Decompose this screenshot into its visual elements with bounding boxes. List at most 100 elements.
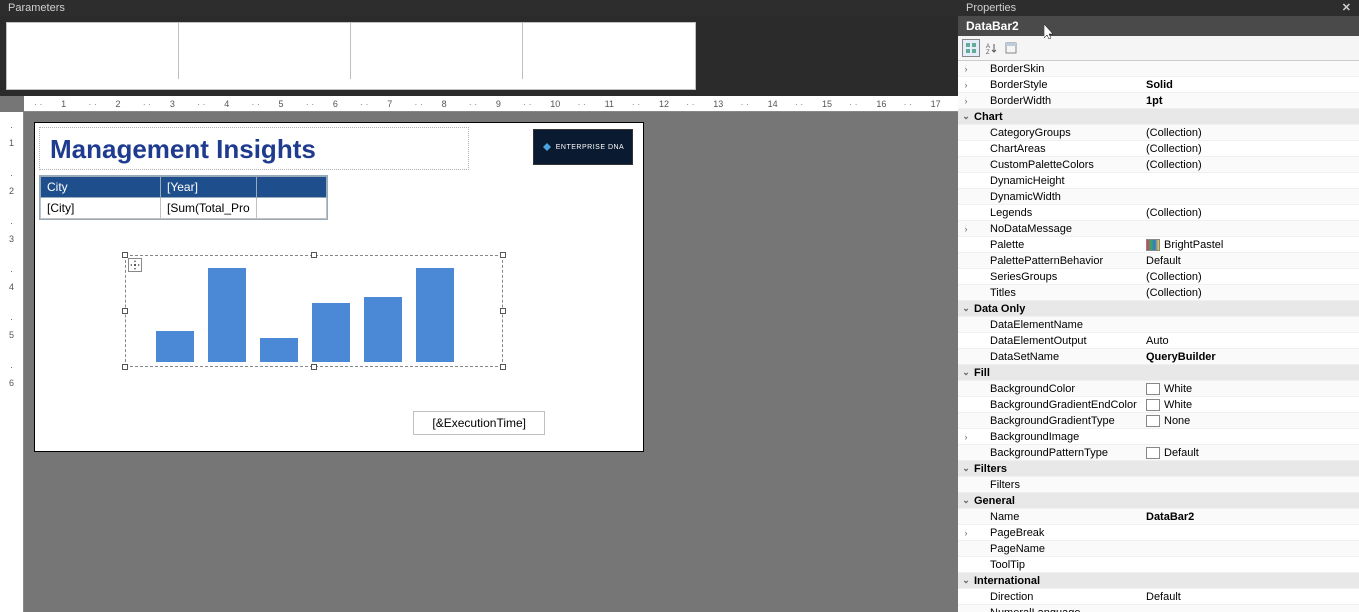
properties-grid[interactable]: ›BorderSkin›BorderStyleSolid›BorderWidth… — [958, 61, 1359, 612]
param-cell[interactable] — [351, 23, 523, 79]
expander-icon[interactable]: ⌄ — [958, 463, 974, 474]
expander-icon[interactable]: › — [958, 528, 974, 538]
property-row[interactable]: PaletteBrightPastel — [958, 237, 1359, 253]
property-row[interactable]: NumeralLanguage — [958, 605, 1359, 612]
expander-icon[interactable]: › — [958, 224, 974, 234]
property-row[interactable]: CustomPaletteColors(Collection) — [958, 157, 1359, 173]
matrix-cell[interactable]: [City] — [41, 198, 161, 219]
property-row[interactable]: ›NoDataMessage — [958, 221, 1359, 237]
logo[interactable]: ENTERPRISE DNA — [533, 129, 633, 165]
property-value[interactable] — [1142, 436, 1359, 438]
param-cell[interactable] — [179, 23, 351, 79]
property-value[interactable]: Solid — [1142, 78, 1359, 92]
property-value[interactable]: (Collection) — [1142, 270, 1359, 284]
property-category[interactable]: ⌄Filters — [958, 461, 1359, 477]
databar-selection[interactable] — [125, 255, 503, 367]
resize-handle[interactable] — [311, 252, 317, 258]
expander-icon[interactable]: › — [958, 96, 974, 106]
close-icon[interactable]: ✕ — [1342, 2, 1351, 14]
property-value[interactable]: (Collection) — [1142, 126, 1359, 140]
param-cell[interactable] — [7, 23, 179, 79]
property-value[interactable]: White — [1142, 398, 1359, 412]
property-category[interactable]: ⌄Chart — [958, 109, 1359, 125]
execution-time-field[interactable]: [&ExecutionTime] — [413, 411, 545, 435]
property-row[interactable]: ›BorderWidth1pt — [958, 93, 1359, 109]
report-canvas[interactable]: Management Insights ENTERPRISE DNA City … — [34, 122, 644, 452]
matrix-cell[interactable] — [256, 198, 326, 219]
property-row[interactable]: ToolTip — [958, 557, 1359, 573]
property-row[interactable]: ChartAreas(Collection) — [958, 141, 1359, 157]
property-row[interactable]: DirectionDefault — [958, 589, 1359, 605]
expander-icon[interactable]: ⌄ — [958, 367, 974, 378]
categorized-view-button[interactable] — [962, 39, 980, 57]
property-value[interactable]: DataBar2 — [1142, 510, 1359, 524]
property-row[interactable]: PageName — [958, 541, 1359, 557]
property-row[interactable]: BackgroundColorWhite — [958, 381, 1359, 397]
resize-handle[interactable] — [122, 364, 128, 370]
expander-icon[interactable]: › — [958, 432, 974, 442]
property-row[interactable]: SeriesGroups(Collection) — [958, 269, 1359, 285]
resize-handle[interactable] — [500, 308, 506, 314]
property-category[interactable]: ⌄Data Only — [958, 301, 1359, 317]
expander-icon[interactable]: › — [958, 80, 974, 90]
property-value[interactable]: Default — [1142, 254, 1359, 268]
chart-bar[interactable] — [156, 331, 194, 362]
property-value[interactable]: Default — [1142, 446, 1359, 460]
property-value[interactable]: White — [1142, 382, 1359, 396]
matrix-header[interactable]: [Year] — [161, 177, 257, 198]
resize-handle[interactable] — [500, 364, 506, 370]
property-row[interactable]: DynamicWidth — [958, 189, 1359, 205]
resize-handle[interactable] — [122, 252, 128, 258]
property-row[interactable]: Legends(Collection) — [958, 205, 1359, 221]
chart-bar[interactable] — [364, 297, 402, 362]
property-row[interactable]: DataSetNameQueryBuilder — [958, 349, 1359, 365]
property-category[interactable]: ⌄General — [958, 493, 1359, 509]
property-value[interactable]: (Collection) — [1142, 158, 1359, 172]
move-handle-icon[interactable] — [128, 258, 142, 272]
property-row[interactable]: BackgroundPatternTypeDefault — [958, 445, 1359, 461]
expander-icon[interactable]: ⌄ — [958, 575, 974, 586]
matrix-header[interactable]: City — [41, 177, 161, 198]
property-value[interactable] — [1142, 484, 1359, 486]
property-value[interactable] — [1142, 548, 1359, 550]
property-value[interactable]: 1pt — [1142, 94, 1359, 108]
property-value[interactable] — [1142, 196, 1359, 198]
param-cell[interactable] — [523, 23, 695, 79]
property-value[interactable] — [1142, 180, 1359, 182]
report-title[interactable]: Management Insights — [39, 127, 469, 170]
databar-chart[interactable] — [156, 264, 496, 362]
chart-bar[interactable] — [208, 268, 246, 362]
property-row[interactable]: BackgroundGradientTypeNone — [958, 413, 1359, 429]
property-row[interactable]: ›PageBreak — [958, 525, 1359, 541]
property-row[interactable]: Titles(Collection) — [958, 285, 1359, 301]
property-value[interactable]: (Collection) — [1142, 286, 1359, 300]
parameters-table[interactable] — [6, 22, 696, 90]
property-value[interactable]: Default — [1142, 590, 1359, 604]
alphabetical-view-button[interactable]: AZ — [982, 39, 1000, 57]
expander-icon[interactable]: ⌄ — [958, 303, 974, 314]
matrix-header[interactable] — [256, 177, 326, 198]
expander-icon[interactable]: ⌄ — [958, 111, 974, 122]
property-row[interactable]: BackgroundGradientEndColorWhite — [958, 397, 1359, 413]
property-value[interactable]: (Collection) — [1142, 206, 1359, 220]
resize-handle[interactable] — [311, 364, 317, 370]
property-value[interactable]: BrightPastel — [1142, 238, 1359, 252]
property-row[interactable]: NameDataBar2 — [958, 509, 1359, 525]
property-row[interactable]: Filters — [958, 477, 1359, 493]
property-row[interactable]: ›BackgroundImage — [958, 429, 1359, 445]
property-value[interactable]: Auto — [1142, 334, 1359, 348]
property-value[interactable]: (Collection) — [1142, 142, 1359, 156]
property-row[interactable]: ›BorderStyleSolid — [958, 77, 1359, 93]
property-category[interactable]: ⌄International — [958, 573, 1359, 589]
matrix-cell[interactable]: [Sum(Total_Pro — [161, 198, 257, 219]
expander-icon[interactable]: › — [958, 64, 974, 74]
resize-handle[interactable] — [500, 252, 506, 258]
property-row[interactable]: DataElementName — [958, 317, 1359, 333]
selected-object-name[interactable]: DataBar2 — [958, 16, 1359, 36]
chart-bar[interactable] — [312, 303, 350, 362]
property-pages-button[interactable] — [1002, 39, 1020, 57]
chart-bar[interactable] — [260, 338, 298, 362]
property-value[interactable] — [1142, 564, 1359, 566]
property-value[interactable]: QueryBuilder — [1142, 350, 1359, 364]
design-surface[interactable]: · · 1· · 2· · 3· · 4· · 5· · 6· · 7· · 8… — [0, 96, 958, 612]
